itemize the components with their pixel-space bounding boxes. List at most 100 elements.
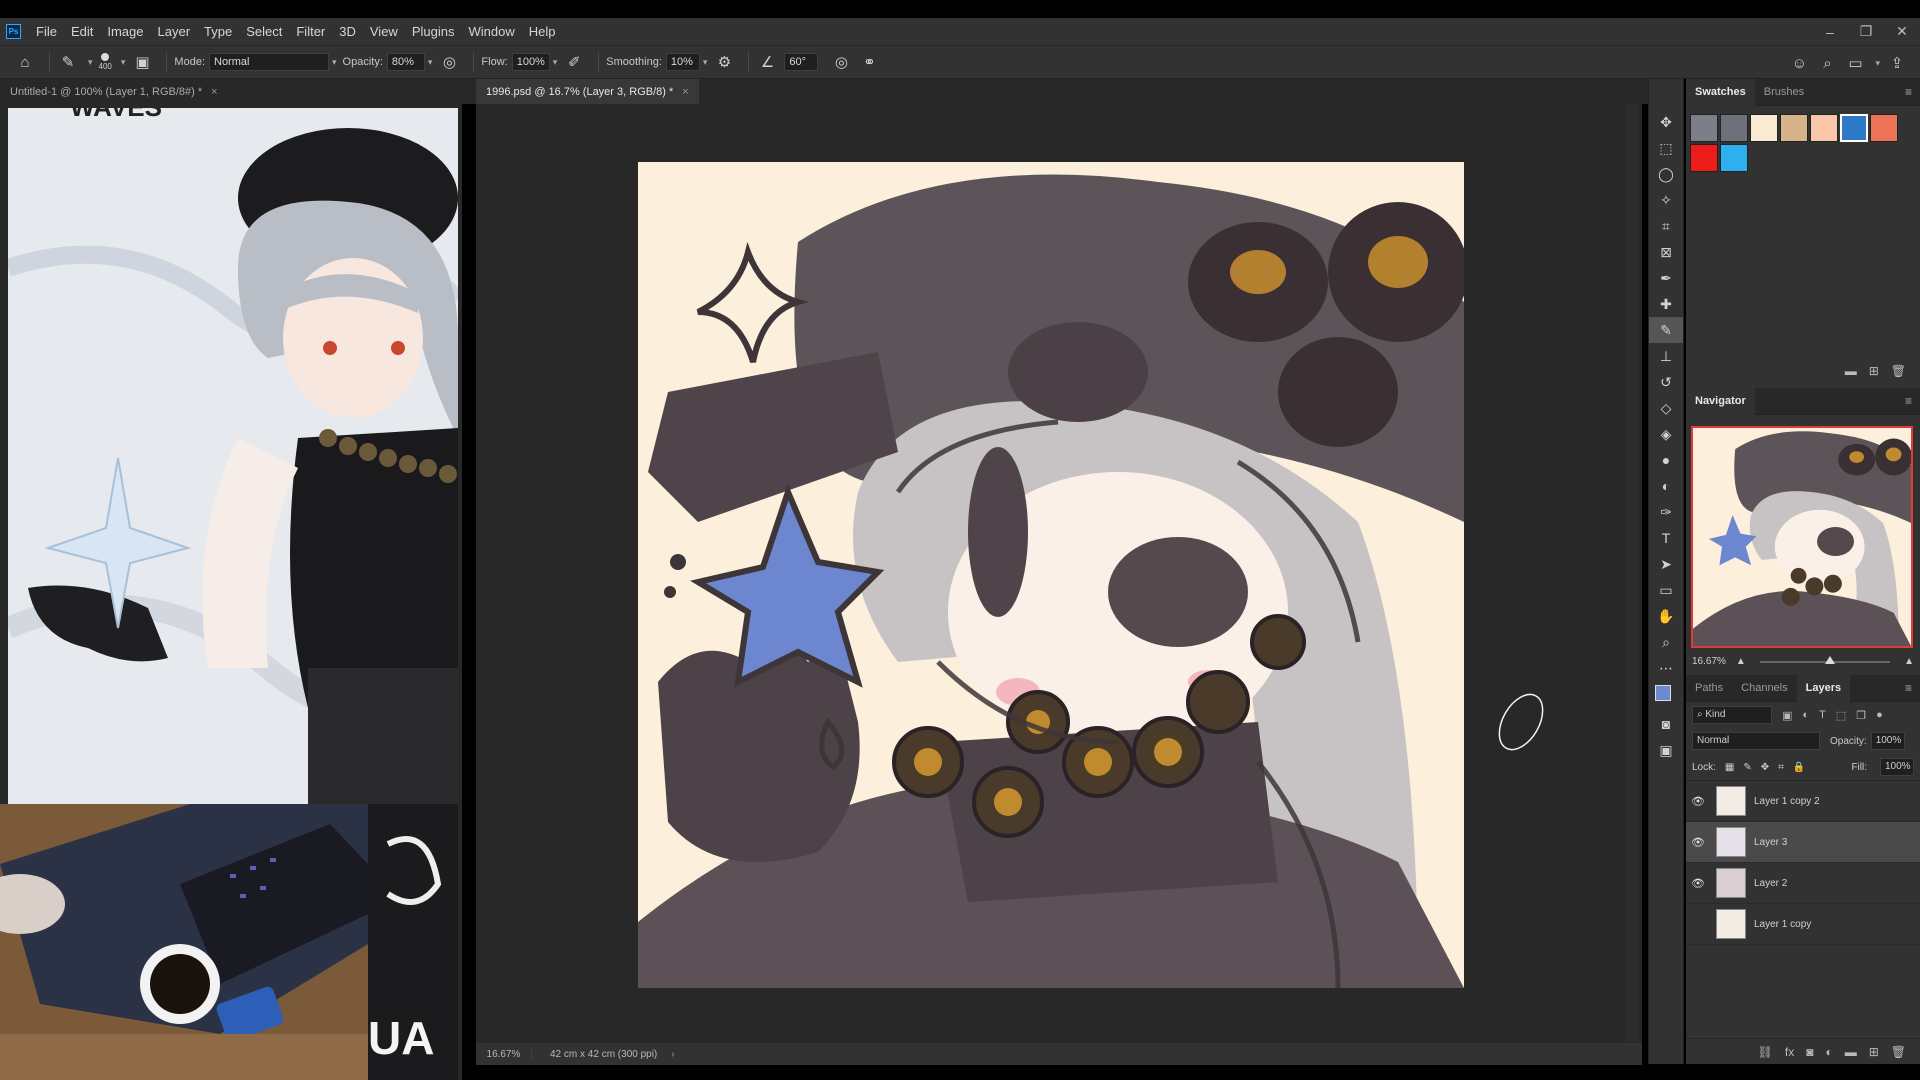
layer-kind-select[interactable]: ⌕ Kind <box>1692 706 1772 724</box>
lock-transparent-icon[interactable]: ▦ <box>1725 762 1734 773</box>
fx-icon[interactable]: fx <box>1785 1045 1794 1059</box>
close-icon[interactable]: × <box>682 86 688 98</box>
opacity-input[interactable]: 80% <box>386 53 425 71</box>
menu-filter[interactable]: Filter <box>289 24 332 39</box>
filter-type-icon[interactable]: T <box>1819 709 1826 721</box>
swatch[interactable] <box>1810 114 1838 142</box>
tab-swatches[interactable]: Swatches <box>1686 78 1755 106</box>
close-icon[interactable]: × <box>211 86 217 98</box>
chevron-down-icon[interactable]: ▾ <box>428 57 433 68</box>
magic-wand-icon[interactable]: ✧ <box>1649 187 1683 213</box>
swatch[interactable] <box>1870 114 1898 142</box>
panel-menu-icon[interactable]: ≡ <box>1905 394 1912 408</box>
search-icon[interactable]: ⌕ <box>1816 52 1838 74</box>
healing-brush-icon[interactable]: ✚ <box>1649 291 1683 317</box>
layer-row-layer-1-copy[interactable]: 👁 Layer 1 copy <box>1686 904 1920 945</box>
swatch[interactable] <box>1690 144 1718 172</box>
lock-position-icon[interactable]: ✥ <box>1761 762 1769 773</box>
swatch[interactable] <box>1720 144 1748 172</box>
menu-layer[interactable]: Layer <box>151 24 198 39</box>
lock-all-icon[interactable]: 🔒 <box>1793 762 1805 773</box>
tab-1996-psd[interactable]: 1996.psd @ 16.7% (Layer 3, RGB/8) * × <box>476 79 699 104</box>
filter-adjustment-icon[interactable]: ◐ <box>1802 709 1809 721</box>
foreground-color[interactable] <box>1655 685 1671 701</box>
chevron-down-icon[interactable]: ▾ <box>703 57 708 68</box>
fill-input[interactable]: 100% <box>1880 758 1914 776</box>
mode-select[interactable]: Normal <box>209 53 329 71</box>
paint-bucket-icon[interactable]: ◈ <box>1649 421 1683 447</box>
menu-view[interactable]: View <box>363 24 405 39</box>
zoom-slider[interactable] <box>1759 655 1891 664</box>
zoom-level[interactable]: 16.67% <box>476 1048 532 1060</box>
tab-paths[interactable]: Paths <box>1686 675 1732 702</box>
minimize-button[interactable]: – <box>1812 24 1848 40</box>
chevron-down-icon[interactable]: ▾ <box>1875 58 1880 69</box>
swatch[interactable] <box>1780 114 1808 142</box>
hand-tool-icon[interactable]: ✋ <box>1649 603 1683 629</box>
new-group-icon[interactable]: ▬ <box>1845 1045 1857 1059</box>
menu-help[interactable]: Help <box>522 24 563 39</box>
brush-tool-icon[interactable]: ✎ <box>1649 317 1683 343</box>
visibility-eye-icon[interactable]: 👁 <box>1686 918 1710 931</box>
menu-3d[interactable]: 3D <box>332 24 363 39</box>
panel-menu-icon[interactable]: ≡ <box>1905 85 1912 99</box>
vertical-scrollbar[interactable] <box>1625 104 1639 1042</box>
visibility-eye-icon[interactable]: 👁 <box>1686 795 1710 808</box>
marquee-tool-icon[interactable]: ⬚ <box>1649 135 1683 161</box>
angle-input[interactable]: 60° <box>784 53 819 71</box>
close-window-button[interactable]: ✕ <box>1884 23 1920 40</box>
flow-input[interactable]: 100% <box>511 53 550 71</box>
menu-file[interactable]: File <box>29 24 64 39</box>
color-picker[interactable] <box>1649 681 1683 711</box>
rectangle-tool-icon[interactable]: ▭ <box>1649 577 1683 603</box>
menu-image[interactable]: Image <box>100 24 150 39</box>
filter-toggle-icon[interactable]: ● <box>1876 709 1883 721</box>
trash-icon[interactable]: 🗑 <box>1891 1045 1906 1059</box>
menu-edit[interactable]: Edit <box>64 24 100 39</box>
new-layer-icon[interactable]: ⊞ <box>1869 1045 1879 1059</box>
gear-icon[interactable]: ⚙ <box>713 51 735 73</box>
menu-type[interactable]: Type <box>197 24 239 39</box>
navigator-thumbnail[interactable] <box>1691 426 1913 648</box>
cloud-user-icon[interactable]: ☺ <box>1788 52 1810 74</box>
link-layers-icon[interactable]: ⛓ <box>1758 1045 1773 1059</box>
more-tools-icon[interactable]: ⋯ <box>1649 655 1683 681</box>
visibility-eye-icon[interactable]: 👁 <box>1686 836 1710 849</box>
type-tool-icon[interactable]: T <box>1649 525 1683 551</box>
smoothing-input[interactable]: 10% <box>665 53 700 71</box>
zoom-slider-handle[interactable] <box>1824 655 1835 664</box>
layer-row-layer-3[interactable]: 👁 Layer 3 <box>1686 822 1920 863</box>
layer-row-layer-2[interactable]: 👁 Layer 2 <box>1686 863 1920 904</box>
pressure-size-icon[interactable]: ◎ <box>830 51 852 73</box>
frame-tool-icon[interactable]: ⊠ <box>1649 239 1683 265</box>
dodge-tool-icon[interactable]: ◐ <box>1649 473 1683 499</box>
zoom-out-icon[interactable]: ▲ <box>1736 656 1746 667</box>
photoshop-logo-icon[interactable]: Ps <box>6 24 21 39</box>
chevron-down-icon[interactable]: ▾ <box>88 57 93 68</box>
lock-artboard-icon[interactable]: ⌗ <box>1778 762 1784 773</box>
chevron-down-icon[interactable]: ▾ <box>332 57 337 68</box>
menu-select[interactable]: Select <box>239 24 289 39</box>
blur-tool-icon[interactable]: ● <box>1649 447 1683 473</box>
filter-pixel-icon[interactable]: ▣ <box>1782 709 1792 722</box>
drawing-canvas[interactable] <box>638 162 1464 988</box>
symmetry-icon[interactable]: ⚭ <box>858 51 880 73</box>
swatch[interactable] <box>1720 114 1748 142</box>
status-more-icon[interactable]: › <box>671 1049 674 1060</box>
workspace-icon[interactable]: ▭ <box>1844 52 1866 74</box>
zoom-tool-icon[interactable]: ⌕ <box>1649 629 1683 655</box>
layer-opacity-input[interactable]: 100% <box>1870 732 1905 750</box>
tab-brushes[interactable]: Brushes <box>1755 79 1813 106</box>
restore-button[interactable]: ❐ <box>1848 23 1884 40</box>
chevron-down-icon[interactable]: ▾ <box>121 57 126 68</box>
adjustment-layer-icon[interactable]: ◐ <box>1825 1045 1832 1059</box>
swatch[interactable] <box>1750 114 1778 142</box>
menu-plugins[interactable]: Plugins <box>405 24 462 39</box>
filter-shape-icon[interactable]: ⬚ <box>1836 709 1846 722</box>
path-select-icon[interactable]: ➤ <box>1649 551 1683 577</box>
panel-menu-icon[interactable]: ≡ <box>1905 681 1912 695</box>
blend-mode-select[interactable]: Normal <box>1692 732 1820 750</box>
brush-size-picker[interactable]: 400 <box>99 53 112 71</box>
brush-settings-panel-icon[interactable]: ▣ <box>131 51 153 73</box>
brush-tool-preset-icon[interactable]: ✎ <box>57 51 79 73</box>
